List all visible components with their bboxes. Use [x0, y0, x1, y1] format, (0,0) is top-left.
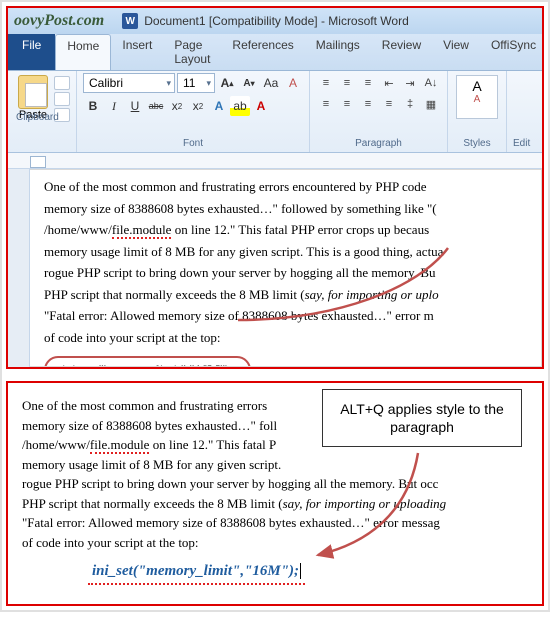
tab-file[interactable]: File: [8, 34, 55, 70]
body-line: One of the most common and frustrating e…: [44, 178, 541, 196]
font-size-combo[interactable]: 11: [177, 73, 215, 93]
body-line: "Fatal error: Allowed memory size of 838…: [22, 514, 542, 532]
result-panel: One of the most common and frustrating e…: [6, 381, 544, 606]
body-line: /home/www/file.module on line 12." This …: [44, 221, 541, 239]
change-case-button[interactable]: Aa: [261, 73, 281, 93]
grow-font-button[interactable]: A▴: [217, 73, 237, 93]
ruler[interactable]: [8, 153, 542, 169]
titlebar: oovyPost.com W Document1 [Compatibility …: [8, 8, 542, 34]
cut-button[interactable]: [54, 76, 70, 90]
spell-error[interactable]: file.module: [112, 222, 172, 239]
justify-button[interactable]: ≡: [379, 94, 399, 114]
clipboard-group-label: Clipboard: [16, 112, 59, 124]
multilevel-button[interactable]: ≡: [358, 73, 378, 93]
body-line: rogue PHP script to bring down your serv…: [22, 475, 542, 493]
group-font: Calibri 11 A▴ A▾ Aa A B I U abc x2 x2 A …: [77, 71, 310, 152]
tab-offisync[interactable]: OffiSync: [480, 34, 547, 70]
strike-button[interactable]: abc: [146, 96, 166, 116]
font-name-combo[interactable]: Calibri: [83, 73, 175, 93]
inc-indent-button[interactable]: ⇥: [400, 73, 420, 93]
bullets-button[interactable]: ≡: [316, 73, 336, 93]
tab-review[interactable]: Review: [371, 34, 432, 70]
tab-references[interactable]: References: [221, 34, 304, 70]
align-center-button[interactable]: ≡: [337, 94, 357, 114]
group-paragraph: ≡ ≡ ≡ ⇤ ⇥ A↓ ≡ ≡ ≡ ≡ ‡ ▦ Paragraph: [310, 71, 448, 152]
dec-indent-button[interactable]: ⇤: [379, 73, 399, 93]
align-right-button[interactable]: ≡: [358, 94, 378, 114]
superscript-button[interactable]: x2: [188, 96, 208, 116]
align-left-button[interactable]: ≡: [316, 94, 336, 114]
paragraph-group-label: Paragraph: [316, 138, 441, 150]
highlight-button[interactable]: ab: [230, 96, 250, 116]
italic-button[interactable]: I: [104, 96, 124, 116]
body-line: of code into your script at the top:: [22, 534, 542, 552]
watermark: oovyPost.com: [14, 12, 104, 30]
line-spacing-button[interactable]: ‡: [400, 94, 420, 114]
body-line: rogue PHP script to bring down your serv…: [44, 264, 541, 282]
window-title: Document1 [Compatibility Mode] - Microso…: [144, 14, 409, 28]
shrink-font-button[interactable]: A▾: [239, 73, 259, 93]
copy-button[interactable]: [54, 92, 70, 106]
body-line: PHP script that normally exceeds the 8 M…: [22, 495, 542, 513]
font-color-button[interactable]: A: [251, 96, 271, 116]
document-page[interactable]: One of the most common and frustrating e…: [30, 169, 542, 367]
app-icon: W: [122, 13, 138, 29]
styles-group-label: Styles: [463, 138, 490, 150]
bold-button[interactable]: B: [83, 96, 103, 116]
paste-icon[interactable]: [18, 75, 48, 109]
body-line: memory size of 8388608 bytes exhausted…"…: [44, 200, 541, 218]
group-clipboard: Paste Clipboard: [8, 71, 77, 152]
body-line: memory usage limit of 8 MB for any given…: [22, 456, 542, 474]
tab-view[interactable]: View: [432, 34, 480, 70]
tab-page-layout[interactable]: Page Layout: [163, 34, 221, 70]
callout-box: ALT+Q applies style to the paragraph: [322, 389, 522, 447]
styled-code: ini_set("memory_limit","16M");: [92, 561, 301, 581]
subscript-button[interactable]: x2: [167, 96, 187, 116]
group-styles: A A Styles: [448, 71, 507, 152]
font-group-label: Font: [83, 138, 303, 150]
tab-mailings[interactable]: Mailings: [305, 34, 371, 70]
change-styles-button[interactable]: A A: [456, 75, 498, 119]
body-line: memory usage limit of 8 MB for any given…: [44, 243, 541, 261]
tab-insert[interactable]: Insert: [111, 34, 163, 70]
shading-button[interactable]: ▦: [421, 94, 441, 114]
ribbon: Paste Clipboard Calibri 11 A▴ A▾ Aa A: [8, 71, 542, 153]
editing-group-label: Edit: [513, 138, 530, 150]
sort-button[interactable]: A↓: [421, 73, 441, 93]
word-window: oovyPost.com W Document1 [Compatibility …: [6, 6, 544, 369]
underline-button[interactable]: U: [125, 96, 145, 116]
left-gutter: [8, 169, 30, 367]
circled-code: ini_set("memory_limit","16M");: [44, 356, 251, 367]
clear-format-button[interactable]: A: [283, 73, 303, 93]
text-effects-button[interactable]: A: [209, 96, 229, 116]
text-cursor: [299, 563, 301, 579]
body-line: "Fatal error: Allowed memory size of 838…: [44, 307, 541, 325]
body-line: of code into your script at the top:: [44, 329, 541, 347]
ribbon-tabs: File Home Insert Page Layout References …: [8, 34, 542, 71]
numbering-button[interactable]: ≡: [337, 73, 357, 93]
group-editing: Edit: [507, 71, 536, 152]
spell-error[interactable]: file.module: [90, 437, 150, 454]
tab-home[interactable]: Home: [55, 34, 111, 70]
body-line: PHP script that normally exceeds the 8 M…: [44, 286, 541, 304]
